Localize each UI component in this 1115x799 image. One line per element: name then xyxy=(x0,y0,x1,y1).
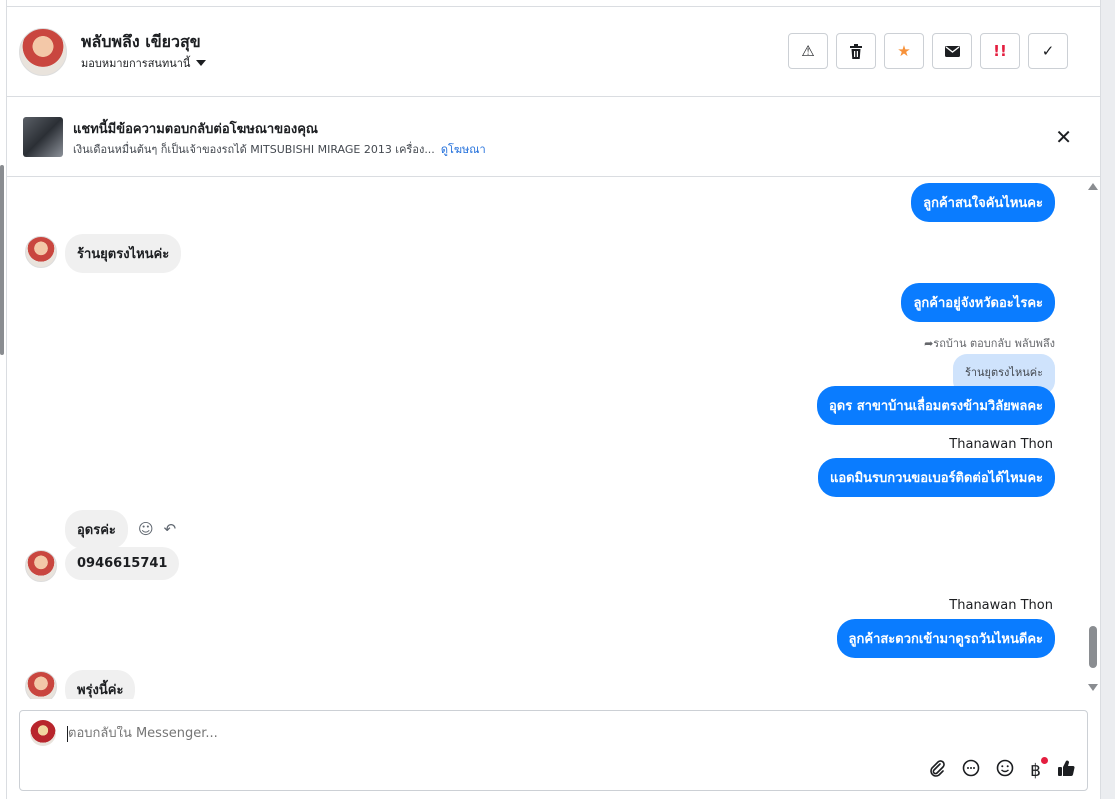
assign-label: มอบหมายการสนทนานี้ xyxy=(81,57,191,70)
reply-input[interactable] xyxy=(68,726,868,741)
message-incoming[interactable]: พรุ่งนี้ค่ะ xyxy=(65,670,136,699)
contact-avatar-small[interactable] xyxy=(25,671,57,699)
message-actions: ☺ ↶ xyxy=(138,520,176,538)
right-edge-strip xyxy=(1100,0,1115,799)
thumbs-up-icon[interactable] xyxy=(1057,759,1075,782)
left-scrollbar[interactable] xyxy=(0,0,7,799)
left-scrollbar-thumb[interactable] xyxy=(0,165,4,355)
follow-up-button[interactable]: !! xyxy=(980,33,1020,69)
contact-avatar[interactable] xyxy=(19,28,67,76)
paperclip-icon[interactable] xyxy=(928,759,946,782)
payment-baht-icon[interactable]: ฿ xyxy=(1030,756,1048,781)
message-outgoing[interactable]: ลูกค้าสนใจคันไหนคะ xyxy=(911,183,1055,222)
envelope-icon xyxy=(944,45,960,57)
reply-context: ➦รถบ้าน ตอบกลับ พลับพลึง xyxy=(924,334,1055,352)
reply-composer: ฿ xyxy=(19,710,1088,791)
ad-description-text: เงินเดือนหมื่นต้นๆ ก็เป็นเจ้าของรถได้ MI… xyxy=(73,143,435,156)
react-smiley-icon[interactable]: ☺ xyxy=(138,520,154,538)
sender-name: Thanawan Thon xyxy=(949,437,1053,452)
warning-icon: ⚠ xyxy=(801,42,815,60)
reply-arrow-icon: ➦ xyxy=(924,337,934,350)
contact-name[interactable]: พลับพลึง เขียวสุข xyxy=(81,30,201,55)
page-avatar xyxy=(30,720,56,746)
conversation-toolbar: ⚠ ★ !! ✓ xyxy=(788,33,1068,69)
message-outgoing-reply[interactable]: อุดร สาขาบ้านเลื่อมตรงข้ามวิลัยพลคะ xyxy=(816,386,1055,425)
spam-button[interactable]: ⚠ xyxy=(788,33,828,69)
contact-avatar-small[interactable] xyxy=(25,236,57,268)
saved-reply-icon[interactable] xyxy=(962,759,980,782)
conversation-panel: พลับพลึง เขียวสุข มอบหมายการสนทนานี้ ⚠ ★… xyxy=(7,6,1100,799)
scroll-up-arrow-icon[interactable] xyxy=(1088,183,1098,190)
exclamation-icon: !! xyxy=(993,42,1007,60)
ad-thumbnail[interactable] xyxy=(23,117,63,157)
message-incoming[interactable]: ร้านยุตรงไหนค่ะ xyxy=(65,234,182,273)
message-incoming[interactable]: อุดรค่ะ xyxy=(65,510,128,549)
assign-conversation-dropdown[interactable]: มอบหมายการสนทนานี้ xyxy=(81,54,207,72)
star-button[interactable]: ★ xyxy=(884,33,924,69)
trash-icon xyxy=(850,43,862,59)
mark-unread-button[interactable] xyxy=(932,33,972,69)
emoji-icon[interactable] xyxy=(996,759,1014,782)
message-thread[interactable]: ลูกค้าสนใจคันไหนคะ ร้านยุตรงไหนค่ะ ลูกค้… xyxy=(7,177,1100,699)
contact-avatar-small[interactable] xyxy=(25,550,57,582)
delete-button[interactable] xyxy=(836,33,876,69)
message-outgoing[interactable]: ลูกค้าสะดวกเข้ามาดูรถวันไหนดีคะ xyxy=(836,619,1055,658)
chevron-down-icon xyxy=(196,60,207,66)
composer-toolbar: ฿ xyxy=(928,756,1075,782)
ad-banner-title: แชทนี้มีข้อความตอบกลับต่อโฆษณาของคุณ xyxy=(73,122,318,137)
star-icon: ★ xyxy=(897,42,911,60)
ad-banner-description: เงินเดือนหมื่นต้นๆ ก็เป็นเจ้าของรถได้ MI… xyxy=(73,140,486,158)
message-outgoing[interactable]: แอดมินรบกวนขอเบอร์ติดต่อได้ไหมคะ xyxy=(817,458,1055,497)
mark-done-button[interactable]: ✓ xyxy=(1028,33,1068,69)
reply-icon[interactable]: ↶ xyxy=(164,520,177,538)
close-icon[interactable]: ✕ xyxy=(1055,125,1072,149)
ad-reply-banner: แชทนี้มีข้อความตอบกลับต่อโฆษณาของคุณ เงิ… xyxy=(7,97,1100,177)
view-ad-link[interactable]: ดูโฆษณา xyxy=(441,143,486,156)
message-outgoing[interactable]: ลูกค้าอยู่จังหวัดอะไรคะ xyxy=(901,283,1055,322)
conversation-header: พลับพลึง เขียวสุข มอบหมายการสนทนานี้ ⚠ ★… xyxy=(7,7,1100,97)
thread-scrollbar-thumb[interactable] xyxy=(1089,626,1097,668)
scroll-down-arrow-icon[interactable] xyxy=(1088,684,1098,691)
check-icon: ✓ xyxy=(1041,42,1055,60)
thread-scrollbar[interactable] xyxy=(1086,177,1100,699)
reply-context-label: รถบ้าน ตอบกลับ พลับพลึง xyxy=(933,337,1055,350)
sender-name: Thanawan Thon xyxy=(949,598,1053,613)
message-incoming[interactable]: 0946615741 xyxy=(65,547,180,580)
notification-dot xyxy=(1041,756,1048,764)
